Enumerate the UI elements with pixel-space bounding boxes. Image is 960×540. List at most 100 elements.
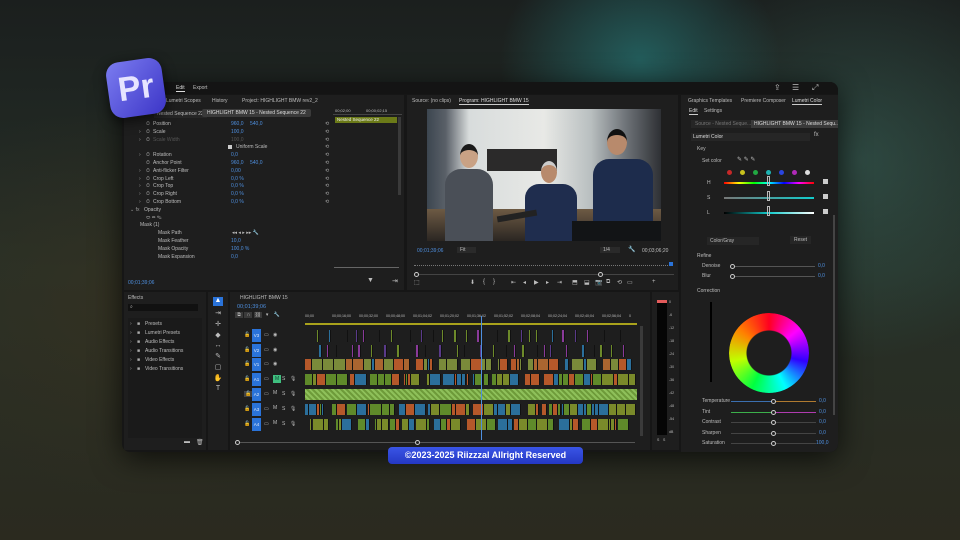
play-icon[interactable]: ▶: [534, 279, 539, 286]
lock-icon[interactable]: 🔓: [244, 347, 250, 353]
timeline-clip[interactable]: [572, 419, 579, 430]
tab-lumetri-scopes[interactable]: Lumetri Scopes: [166, 98, 201, 104]
mute-button[interactable]: M: [273, 405, 277, 411]
timeline-clip[interactable]: [569, 404, 578, 415]
workspace-icon[interactable]: ☰: [792, 83, 799, 92]
timeline-clip[interactable]: [366, 419, 370, 430]
expand-chevron-icon[interactable]: ›: [139, 168, 141, 175]
timeline-clip[interactable]: [336, 374, 348, 385]
timeline-clip[interactable]: [384, 374, 392, 385]
scrollbar[interactable]: [398, 117, 401, 195]
timeline-clip[interactable]: [505, 345, 508, 357]
timeline-clip[interactable]: [549, 359, 560, 370]
tab-source[interactable]: Source: (no clips): [412, 98, 451, 104]
mask-shape-icons[interactable]: ⬭ ▭ ✎: [146, 215, 162, 222]
stopwatch-icon[interactable]: ⏱: [146, 191, 150, 198]
hsl-checkbox[interactable]: [823, 194, 828, 199]
lift-icon[interactable]: ⬒: [572, 279, 578, 286]
menu-edit[interactable]: Edit: [176, 85, 185, 92]
timeline-clip[interactable]: [575, 330, 578, 342]
timeline-ruler[interactable]: 00;00 00;00;16;00 00;00;32;00 00;00;48;00 00…: [305, 313, 637, 325]
eye-icon[interactable]: ◉: [273, 347, 277, 353]
luma-slider[interactable]: [710, 302, 712, 382]
timeline-clip[interactable]: [465, 404, 471, 415]
timeline-clip[interactable]: [390, 404, 395, 415]
vertical-scrollbar[interactable]: [640, 326, 643, 436]
timeline-clip[interactable]: [622, 345, 626, 357]
timeline-clip[interactable]: [346, 330, 348, 342]
timeline-clip[interactable]: [610, 359, 619, 370]
timeline-clip[interactable]: [565, 345, 568, 357]
property-value[interactable]: 0,0: [231, 152, 238, 159]
mask-section[interactable]: Mask (1): [124, 222, 332, 229]
mini-clip-nested-sequence[interactable]: Nested Sequence 22: [335, 117, 397, 123]
tab-premiere-composer[interactable]: Premiere Composer: [741, 98, 786, 104]
timeline-clip[interactable]: [462, 374, 466, 385]
stopwatch-icon[interactable]: ⏱: [146, 176, 150, 183]
property-value[interactable]: 100,0 %: [231, 246, 249, 253]
slider-value[interactable]: 0,0: [819, 409, 826, 415]
slider-value[interactable]: 0,0: [819, 430, 826, 436]
timeline-clip[interactable]: [498, 404, 507, 415]
timeline-timecode[interactable]: 00;01;39;06: [237, 304, 266, 310]
timeline-clip[interactable]: [416, 345, 419, 357]
timeline-clip[interactable]: [602, 374, 615, 385]
hsl-range-handle[interactable]: [767, 176, 770, 186]
reset-icon[interactable]: ⟲: [325, 191, 329, 198]
toggle-output-icon[interactable]: ▭: [264, 391, 269, 397]
timeline-clip[interactable]: [531, 374, 540, 385]
timeline-clip[interactable]: [336, 404, 346, 415]
color-swatch[interactable]: [805, 170, 810, 175]
property-value[interactable]: 0,0 %: [231, 176, 244, 183]
source-tab[interactable]: Source - Nested Seque...: [691, 120, 756, 128]
timeline-clip[interactable]: [527, 404, 536, 415]
timeline-clip[interactable]: [382, 404, 391, 415]
reset-icon[interactable]: ⟲: [325, 183, 329, 190]
timeline-clip[interactable]: [528, 330, 532, 342]
property-value[interactable]: 0,0: [231, 254, 238, 261]
track-badge-v3[interactable]: V3: [252, 329, 261, 342]
slider-knob[interactable]: [770, 430, 776, 436]
timeline-clip[interactable]: [485, 359, 492, 370]
hue-color-wheel[interactable]: [729, 313, 809, 393]
expand-chevron-icon[interactable]: ›: [139, 129, 141, 136]
hsl-range-handle[interactable]: [767, 191, 770, 201]
timeline-clip[interactable]: [443, 374, 455, 385]
timeline-clip[interactable]: [346, 359, 353, 370]
solo-button[interactable]: S: [282, 421, 285, 427]
timeline-clip[interactable]: [498, 419, 508, 430]
color-swatch[interactable]: [766, 170, 771, 175]
solo-button[interactable]: S: [282, 406, 285, 412]
timeline-clip[interactable]: [334, 359, 346, 370]
slip-icon[interactable]: ↔: [208, 342, 228, 349]
timeline-clip[interactable]: [312, 419, 325, 430]
timeline-clip[interactable]: [305, 359, 313, 370]
razor-icon[interactable]: ◆: [208, 331, 228, 339]
refine-slider[interactable]: [730, 274, 815, 279]
property-value-y[interactable]: 540,0: [250, 121, 263, 128]
reset-icon[interactable]: ⟲: [325, 129, 329, 136]
timeline-clip[interactable]: [587, 330, 590, 342]
timeline-clip[interactable]: [326, 374, 337, 385]
stopwatch-icon[interactable]: ⏱: [146, 183, 150, 190]
timeline-clip[interactable]: [617, 404, 627, 415]
timeline-clip[interactable]: [500, 359, 508, 370]
timeline-clip[interactable]: [391, 374, 400, 385]
mute-button[interactable]: M: [273, 390, 277, 396]
step-back-icon[interactable]: ◂: [523, 279, 526, 286]
timeline-clip[interactable]: [323, 359, 335, 370]
timeline-clip[interactable]: [572, 359, 584, 370]
property-value[interactable]: 100,0: [231, 129, 244, 136]
timeline-clip[interactable]: [414, 404, 426, 415]
expand-chevron-icon[interactable]: ›: [139, 137, 141, 144]
timeline-clip[interactable]: [411, 374, 421, 385]
microphone-icon[interactable]: 🎙: [290, 376, 296, 382]
timeline-clip[interactable]: [450, 419, 461, 430]
timeline-clip[interactable]: [440, 404, 452, 415]
timeline-clip[interactable]: [514, 345, 517, 357]
timeline-clip[interactable]: [603, 330, 606, 342]
stopwatch-icon[interactable]: ⏱: [146, 199, 150, 206]
timeline-clip[interactable]: [430, 374, 441, 385]
timeline-playhead[interactable]: [480, 316, 482, 440]
property-value[interactable]: 0,00: [231, 168, 241, 175]
